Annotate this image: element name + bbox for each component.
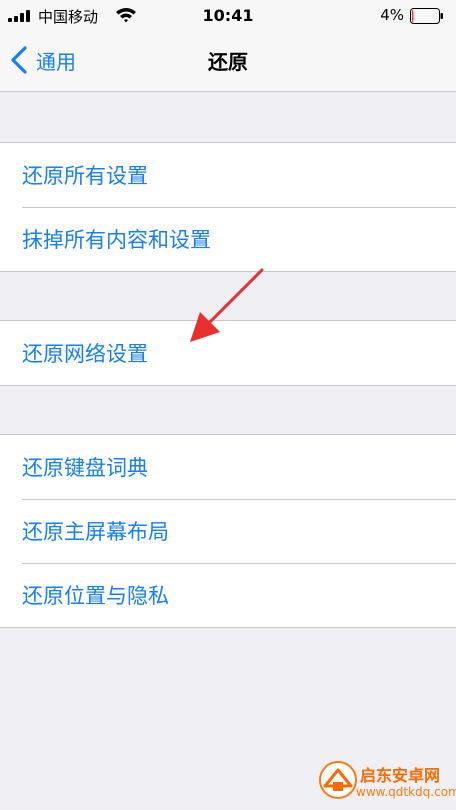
red-arrow-icon bbox=[190, 268, 264, 342]
watermark-url: www.qdtkdq.com bbox=[356, 785, 456, 799]
watermark-name: 启东安卓网 bbox=[360, 766, 441, 785]
settings-group: 还原所有设置 抹掉所有内容和设置 bbox=[0, 142, 456, 272]
reset-keyboard-dictionary-button[interactable]: 还原键盘词典 bbox=[0, 435, 456, 499]
reset-location-privacy-button[interactable]: 还原位置与隐私 bbox=[0, 563, 456, 627]
battery-icon bbox=[410, 8, 443, 24]
reset-all-settings-button[interactable]: 还原所有设置 bbox=[0, 143, 456, 207]
row-label: 还原键盘词典 bbox=[22, 456, 148, 480]
row-label: 还原主屏幕布局 bbox=[22, 520, 169, 544]
row-label: 还原所有设置 bbox=[22, 164, 148, 188]
settings-group: 还原键盘词典 还原主屏幕布局 还原位置与隐私 bbox=[0, 434, 456, 628]
navigation-header: 中国移动 10:41 4% 通用 还原 bbox=[0, 0, 456, 92]
row-label: 还原位置与隐私 bbox=[22, 584, 169, 608]
watermark: 启东安卓网 www.qdtkdq.com bbox=[318, 758, 456, 804]
battery-percent: 4% bbox=[380, 6, 404, 24]
status-bar: 中国移动 10:41 4% bbox=[0, 0, 456, 32]
reset-home-screen-layout-button[interactable]: 还原主屏幕布局 bbox=[0, 499, 456, 563]
site-logo-icon bbox=[319, 761, 357, 799]
row-label: 还原网络设置 bbox=[22, 342, 148, 366]
row-label: 抹掉所有内容和设置 bbox=[22, 228, 211, 252]
page-title: 还原 bbox=[208, 50, 248, 74]
